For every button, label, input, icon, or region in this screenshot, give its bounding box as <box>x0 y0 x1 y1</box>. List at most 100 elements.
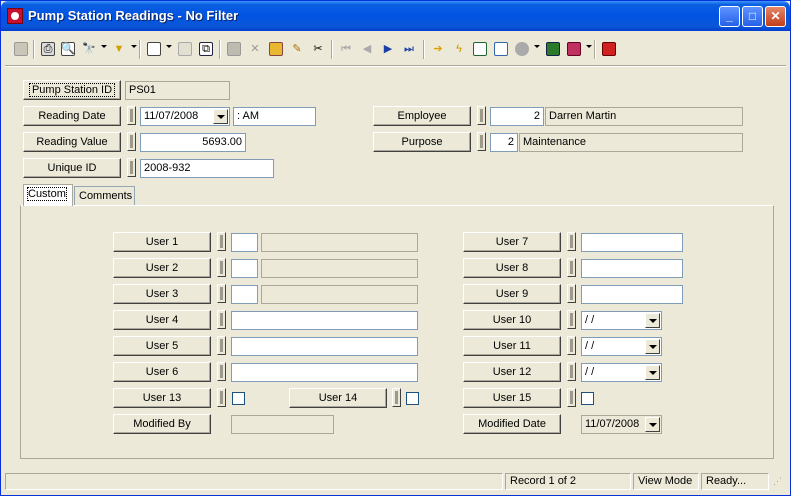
user-7-field[interactable] <box>581 233 683 252</box>
user-6-button[interactable]: User 6 <box>113 362 211 382</box>
user-2-description-field <box>261 259 418 278</box>
duplicate-icon[interactable]: ⧉ <box>196 39 216 59</box>
user-7-button[interactable]: User 7 <box>463 232 561 252</box>
report-icon[interactable] <box>470 39 490 59</box>
user-5-field[interactable] <box>231 337 418 356</box>
goto-icon[interactable]: ➔ <box>428 39 448 59</box>
app-icon[interactable] <box>7 8 23 24</box>
lightning-icon[interactable]: ϟ <box>449 39 469 59</box>
toolbar-separator <box>219 40 221 59</box>
print-preview-icon[interactable]: 🔍 <box>58 39 78 59</box>
user-12-button[interactable]: User 12 <box>463 362 561 382</box>
delete-icon[interactable]: ✕ <box>245 39 265 59</box>
minimize-button[interactable]: _ <box>719 6 740 27</box>
first-record-icon[interactable]: ⏮ <box>336 39 356 59</box>
field-marker <box>392 388 401 407</box>
edit-icon[interactable]: ✎ <box>287 39 307 59</box>
reading-value-field[interactable]: 5693.00 <box>140 133 246 152</box>
employee-number-field[interactable]: 2 <box>490 107 544 126</box>
field-marker <box>217 362 226 381</box>
user-6-field[interactable] <box>231 363 418 382</box>
grid-icon[interactable] <box>11 39 31 59</box>
modified-date-button[interactable]: Modified Date <box>463 414 561 434</box>
user-9-button[interactable]: User 9 <box>463 284 561 304</box>
unique-id-button[interactable]: Unique ID <box>23 158 121 178</box>
user-10-date-combo[interactable]: / / <box>581 311 662 330</box>
maximize-button[interactable]: □ <box>742 6 763 27</box>
last-record-icon[interactable]: ⏭ <box>399 39 419 59</box>
close-button[interactable]: ✕ <box>765 6 786 27</box>
filter-icon[interactable]: ▼ <box>109 39 129 59</box>
field-marker <box>567 388 576 407</box>
user-5-button[interactable]: User 5 <box>113 336 211 356</box>
tree-icon[interactable] <box>491 39 511 59</box>
reading-date-dropdown-button[interactable] <box>213 109 228 124</box>
find-icon[interactable]: 🔭 <box>79 39 99 59</box>
user-1-button[interactable]: User 1 <box>113 232 211 252</box>
user-9-field[interactable] <box>581 285 683 304</box>
tab-comments[interactable]: Comments <box>74 186 135 206</box>
field-marker <box>217 258 226 277</box>
reading-time-field[interactable]: : AM <box>233 107 316 126</box>
user-8-button[interactable]: User 8 <box>463 258 561 278</box>
find-dropdown-arrow[interactable] <box>101 45 107 48</box>
title-bar[interactable]: Pump Station Readings - No Filter _ □ ✕ <box>1 1 790 31</box>
modified-by-field <box>231 415 334 434</box>
field-marker <box>217 232 226 251</box>
user-1-code-field[interactable] <box>231 233 258 252</box>
spellcheck-icon[interactable] <box>266 39 286 59</box>
user-12-date-combo[interactable]: / / <box>581 363 662 382</box>
user-13-checkbox[interactable] <box>232 392 245 405</box>
field-marker <box>127 106 136 125</box>
modified-by-button[interactable]: Modified By <box>113 414 211 434</box>
globe-icon[interactable] <box>512 39 532 59</box>
new-record-icon[interactable] <box>144 39 164 59</box>
user-4-button[interactable]: User 4 <box>113 310 211 330</box>
filter-dropdown-arrow[interactable] <box>131 45 137 48</box>
purpose-number-field[interactable]: 2 <box>490 133 518 152</box>
tab-custom[interactable]: Custom <box>23 184 73 206</box>
user-4-field[interactable] <box>231 311 418 330</box>
status-state: Ready... <box>701 473 769 490</box>
reading-value-button[interactable]: Reading Value <box>23 132 121 152</box>
user-15-checkbox[interactable] <box>581 392 594 405</box>
user-11-dropdown-button[interactable] <box>645 339 660 354</box>
book-dropdown-arrow[interactable] <box>586 45 592 48</box>
user-11-date-combo[interactable]: / / <box>581 337 662 356</box>
previous-record-icon[interactable]: ◀ <box>357 39 377 59</box>
reading-date-button[interactable]: Reading Date <box>23 106 121 126</box>
main-window: Pump Station Readings - No Filter _ □ ✕ … <box>0 0 791 496</box>
print-icon[interactable]: ⎙ <box>38 39 58 59</box>
calculator-icon[interactable] <box>543 39 563 59</box>
book-icon[interactable] <box>564 39 584 59</box>
user-3-code-field[interactable] <box>231 285 258 304</box>
user-12-dropdown-button[interactable] <box>645 365 660 380</box>
resize-grip-icon[interactable]: ⋰ <box>773 476 784 488</box>
modified-date-dropdown-button[interactable] <box>645 417 660 432</box>
user-8-field[interactable] <box>581 259 683 278</box>
new-dropdown-arrow[interactable] <box>166 45 172 48</box>
user-11-button[interactable]: User 11 <box>463 336 561 356</box>
purpose-button[interactable]: Purpose <box>373 132 471 152</box>
exit-icon[interactable] <box>599 39 619 59</box>
globe-dropdown-arrow[interactable] <box>534 45 540 48</box>
unique-id-field[interactable]: 2008-932 <box>140 159 274 178</box>
user-14-button[interactable]: User 14 <box>289 388 387 408</box>
cut-icon[interactable]: ✂ <box>308 39 328 59</box>
user-2-code-field[interactable] <box>231 259 258 278</box>
save-icon[interactable] <box>224 39 244 59</box>
pump-station-id-button[interactable]: Pump Station ID <box>23 80 121 100</box>
user-10-button[interactable]: User 10 <box>463 310 561 330</box>
window-title: Pump Station Readings - No Filter <box>28 8 239 23</box>
user-10-dropdown-button[interactable] <box>645 313 660 328</box>
user-13-button[interactable]: User 13 <box>113 388 211 408</box>
user-15-button[interactable]: User 15 <box>463 388 561 408</box>
user-2-button[interactable]: User 2 <box>113 258 211 278</box>
user-14-checkbox[interactable] <box>406 392 419 405</box>
reading-date-combo[interactable]: 11/07/2008 <box>140 107 230 126</box>
next-record-icon[interactable]: ▶ <box>378 39 398 59</box>
user-3-button[interactable]: User 3 <box>113 284 211 304</box>
field-marker <box>217 284 226 303</box>
copy-record-icon[interactable] <box>175 39 195 59</box>
employee-button[interactable]: Employee <box>373 106 471 126</box>
